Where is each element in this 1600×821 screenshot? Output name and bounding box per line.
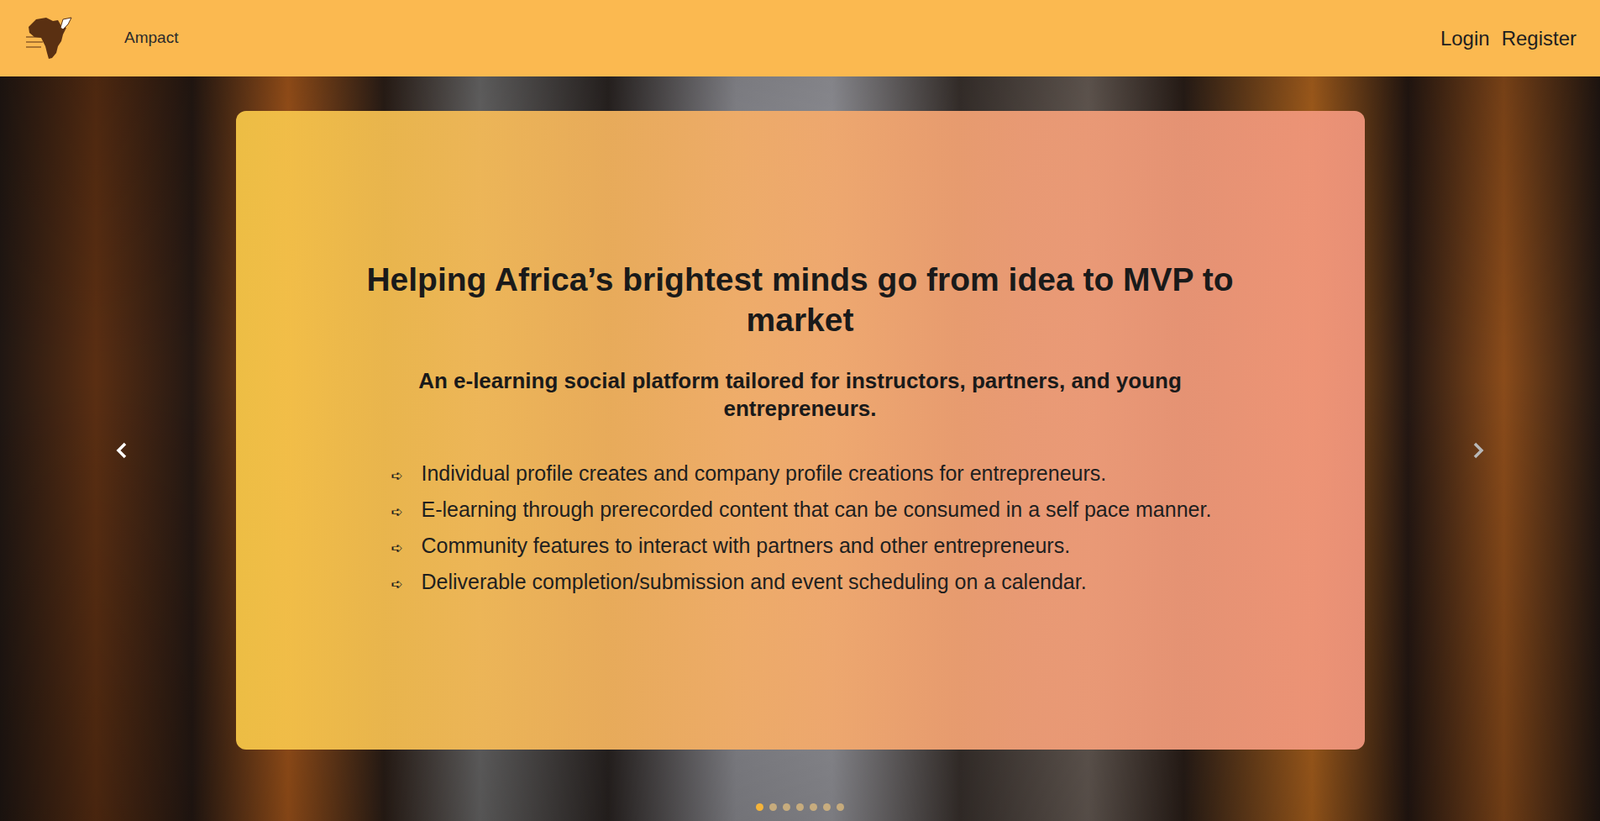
feature-item: ➪E-learning through prerecorded content … — [388, 492, 1213, 529]
slide-dot[interactable] — [782, 802, 791, 811]
slide-dot[interactable] — [769, 802, 777, 811]
logo[interactable] — [23, 15, 78, 63]
arrow-bullet-icon: ➪ — [388, 458, 422, 493]
hero-carousel: Helping Africa’s brightest minds go from… — [0, 76, 1600, 821]
chevron-right-icon — [1471, 440, 1485, 460]
slide-title: Helping Africa’s brightest minds go from… — [363, 259, 1238, 341]
feature-text: Community features to interact with part… — [421, 533, 1071, 557]
arrow-bullet-icon: ➪ — [388, 530, 422, 565]
feature-item: ➪Deliverable completion/submission and e… — [388, 564, 1213, 601]
slide-subtitle: An e-learning social platform tailored f… — [397, 367, 1204, 423]
arrow-bullet-icon: ➪ — [388, 566, 422, 601]
feature-item: ➪Individual profile creates and company … — [388, 456, 1213, 493]
nav-link[interactable]: Login — [1440, 23, 1490, 54]
slide-dot[interactable] — [809, 802, 818, 811]
slide-dot[interactable] — [836, 802, 845, 811]
top-bar: Ampact Login Register — [0, 0, 1600, 77]
slide-dot[interactable] — [755, 802, 764, 811]
slide-indicators — [0, 802, 1600, 811]
slide-dot[interactable] — [796, 802, 804, 811]
chevron-left-icon — [115, 440, 129, 460]
nav-link[interactable]: Register — [1501, 23, 1577, 54]
arrow-bullet-icon: ➪ — [388, 494, 422, 529]
slide-card: Helping Africa’s brightest minds go from… — [236, 110, 1365, 750]
feature-text: Individual profile creates and company p… — [421, 461, 1107, 485]
next-slide-button[interactable] — [1465, 437, 1491, 463]
africa-logo-icon — [24, 15, 77, 62]
slide-dot[interactable] — [823, 802, 831, 811]
feature-list: ➪Individual profile creates and company … — [388, 456, 1213, 601]
feature-text: E-learning through prerecorded content t… — [421, 497, 1212, 521]
feature-text: Deliverable completion/submission and ev… — [421, 569, 1087, 593]
prev-slide-button[interactable] — [109, 437, 135, 463]
feature-item: ➪Community features to interact with par… — [388, 528, 1213, 565]
brand-link[interactable]: Ampact — [124, 26, 179, 51]
nav: Login Register — [1440, 23, 1577, 54]
